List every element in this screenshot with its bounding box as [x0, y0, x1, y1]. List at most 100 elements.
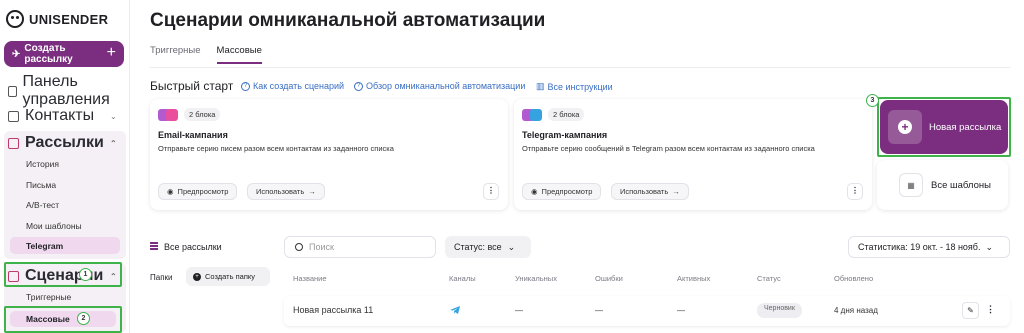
card-title: Telegram-кампания [522, 130, 608, 140]
highlight-box [4, 306, 122, 333]
eye-icon: ◉ [531, 187, 538, 196]
create-mailing-label: Создать рассылку [24, 43, 73, 65]
sidebar-subitem-triggered[interactable]: Триггерные [26, 292, 71, 302]
blocks-chip: 2 блока [522, 108, 585, 121]
all-templates-card[interactable]: ▦ Все шаблоны [877, 160, 1008, 210]
sidebar-item-mailings[interactable]: Рассылки ⌃ [8, 134, 117, 151]
tab-mass[interactable]: Массовые [216, 45, 262, 64]
row-errors: — [595, 306, 603, 315]
link-label: Обзор омниканальной автоматизации [366, 81, 526, 91]
all-mailings-label: Все рассылки [164, 242, 222, 252]
more-button[interactable]: ⋮ [847, 183, 863, 200]
link-omnichannel-overview[interactable]: ? Обзор омниканальной автоматизации [354, 81, 525, 91]
preview-button[interactable]: ◉ Предпросмотр [158, 183, 238, 200]
quick-start-title: Быстрый старт [150, 79, 234, 93]
search-placeholder: Поиск [309, 242, 334, 252]
sidebar: UNISENDER ✈ Создать рассылку + Панель уп… [0, 0, 130, 333]
plus-icon: + [193, 272, 201, 281]
template-card-email[interactable]: 2 блока Email-кампания Отправьте серию п… [150, 99, 508, 210]
row-active: — [677, 306, 685, 315]
create-mailing-button[interactable]: ✈ Создать рассылку + [4, 41, 124, 67]
sidebar-subitem-ab-test[interactable]: A/B-тест [26, 200, 59, 210]
send-icon: ✈ [12, 48, 21, 60]
blocks-chip: 2 блока [158, 108, 221, 121]
link-how-to-create[interactable]: ? Как создать сценарий [241, 81, 344, 91]
sidebar-subitem-letters[interactable]: Письма [26, 180, 56, 190]
chevron-down-icon: ⌄ [110, 111, 117, 121]
blocks-count: 2 блока [548, 108, 585, 121]
column-header-errors: Ошибки [595, 274, 623, 283]
card-description: Отправьте серию сообщений в Telegram раз… [522, 144, 815, 153]
plus-icon: + [106, 44, 116, 61]
column-header-active: Активных [677, 274, 711, 283]
status-badge: Черновик [757, 303, 802, 318]
step-badge: 3 [866, 94, 879, 107]
home-icon [8, 85, 17, 97]
arrow-right-icon: → [308, 187, 316, 196]
grid-icon: ▦ [899, 173, 923, 197]
stats-period-label: Статистика: 19 окт. - 18 нояб. [858, 242, 981, 252]
row-more-button[interactable]: ⋮ [986, 304, 995, 315]
folders-label: Папки [150, 273, 173, 282]
use-button[interactable]: Использовать → [611, 183, 689, 200]
create-folder-button[interactable]: + Создать папку [186, 267, 270, 286]
highlight-box [4, 262, 122, 287]
search-input[interactable]: Поиск [284, 236, 436, 258]
link-all-instructions[interactable]: ▥ Все инструкции [536, 81, 613, 92]
help-icon: ? [241, 81, 250, 91]
card-title: Email-кампания [158, 130, 228, 140]
book-icon: ▥ [536, 81, 545, 91]
column-header-unique: Уникальных [515, 274, 557, 283]
brand-name: UNISENDER [29, 11, 109, 27]
highlight-box [877, 97, 1011, 157]
preview-button[interactable]: ◉ Предпросмотр [522, 183, 602, 200]
sidebar-subitem-history[interactable]: История [26, 159, 59, 169]
eye-icon: ◉ [167, 187, 174, 196]
use-button[interactable]: Использовать → [247, 183, 325, 200]
column-header-status[interactable]: Статус [757, 274, 781, 283]
template-card-telegram[interactable]: 2 блока Telegram-кампания Отправьте сери… [514, 99, 872, 210]
chevron-down-icon: ⌄ [507, 241, 516, 252]
sidebar-subitem-templates[interactable]: Мои шаблоны [26, 221, 82, 231]
all-mailings-filter[interactable]: Все рассылки [150, 242, 222, 252]
chevron-up-icon: ⌃ [110, 138, 117, 148]
tab-triggered[interactable]: Триггерные [150, 45, 201, 64]
column-header-updated[interactable]: Обновлено [834, 274, 873, 283]
status-filter[interactable]: Статус: все ⌄ [445, 236, 531, 258]
logo-icon [6, 10, 24, 28]
column-header-channels: Каналы [449, 274, 476, 283]
table-row[interactable] [284, 296, 1010, 326]
page-title: Сценарии омниканальной автоматизации [150, 10, 546, 31]
logo[interactable]: UNISENDER [6, 8, 108, 30]
row-updated: 4 дня назад [834, 306, 878, 315]
status-filter-label: Статус: все [454, 242, 502, 252]
chevron-down-icon: ⌄ [985, 241, 994, 252]
search-icon [295, 243, 303, 251]
stats-period-select[interactable]: Статистика: 19 окт. - 18 нояб. ⌄ [848, 236, 1010, 258]
edit-button[interactable]: ✎ [962, 302, 979, 319]
use-label: Использовать [256, 187, 305, 196]
preview-label: Предпросмотр [177, 187, 229, 196]
step-badge: 1 [79, 268, 92, 281]
link-label: Все инструкции [547, 81, 613, 92]
more-button[interactable]: ⋮ [483, 183, 499, 200]
row-unique: — [515, 306, 523, 315]
row-name[interactable]: Новая рассылка 11 [293, 305, 373, 315]
sidebar-subitem-telegram[interactable]: Telegram [10, 237, 120, 254]
sidebar-item-label: Панель управления [22, 73, 110, 108]
divider [150, 67, 1010, 68]
all-templates-label: Все шаблоны [931, 180, 991, 191]
pencil-icon: ✎ [967, 306, 974, 315]
sidebar-item-contacts[interactable]: Контакты ⌄ [8, 107, 117, 124]
preview-label: Предпросмотр [541, 187, 593, 196]
contacts-icon [8, 110, 19, 122]
blocks-count: 2 блока [184, 108, 221, 121]
sidebar-item-label: Рассылки [25, 134, 104, 151]
link-label: Как создать сценарий [253, 81, 345, 91]
card-description: Отправьте серию писем разом всем контакт… [158, 144, 394, 153]
list-icon [150, 242, 158, 252]
sidebar-item-label: Контакты [25, 107, 95, 124]
tabs: Триггерные Массовые [150, 45, 262, 64]
sidebar-item-dashboard[interactable]: Панель управления [8, 73, 129, 108]
column-header-name[interactable]: Название [293, 274, 327, 283]
